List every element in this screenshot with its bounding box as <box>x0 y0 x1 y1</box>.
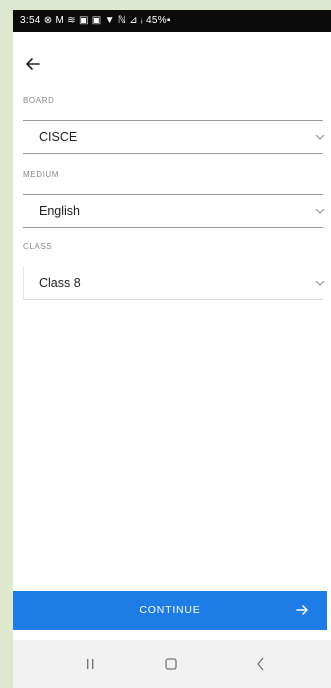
class-dropdown-edge-left <box>23 266 24 300</box>
medium-divider-top <box>23 194 323 195</box>
chevron-down-icon <box>315 280 325 286</box>
board-value: CISCE <box>39 130 78 144</box>
continue-button-label: CONTINUE <box>139 604 201 616</box>
status-bar: 3:54 ⊗ M ≋ ▣ ▣ ▼ ℕ ⊿ ᵢ 45%▪ <box>13 10 331 32</box>
home-icon[interactable] <box>161 654 181 674</box>
back-arrow-icon[interactable] <box>23 52 47 76</box>
board-divider-bottom <box>23 153 323 154</box>
status-bar-text: 3:54 ⊗ M ≋ ▣ ▣ ▼ ℕ ⊿ ᵢ 45%▪ <box>20 15 171 26</box>
board-dropdown[interactable]: CISCE <box>23 120 331 154</box>
class-value: Class 8 <box>39 276 81 290</box>
app-screen: 3:54 ⊗ M ≋ ▣ ▣ ▼ ℕ ⊿ ᵢ 45%▪ BOARD CISCE … <box>13 10 331 688</box>
medium-value: English <box>39 204 80 218</box>
class-divider-bottom <box>23 299 323 300</box>
class-label: CLASS <box>23 242 53 251</box>
recents-icon[interactable] <box>81 654 101 674</box>
medium-dropdown[interactable]: English <box>23 194 331 228</box>
board-divider-top <box>23 120 323 121</box>
arrow-right-icon <box>296 605 308 615</box>
chevron-down-icon <box>315 134 325 140</box>
medium-divider-bottom <box>23 227 323 228</box>
nav-back-icon[interactable] <box>251 654 271 674</box>
medium-label: MEDIUM <box>23 170 60 179</box>
navigation-bar <box>13 640 331 688</box>
class-dropdown[interactable]: Class 8 <box>23 266 331 300</box>
chevron-down-icon <box>315 208 325 214</box>
continue-button[interactable]: CONTINUE <box>13 591 327 630</box>
board-label: BOARD <box>23 96 55 105</box>
